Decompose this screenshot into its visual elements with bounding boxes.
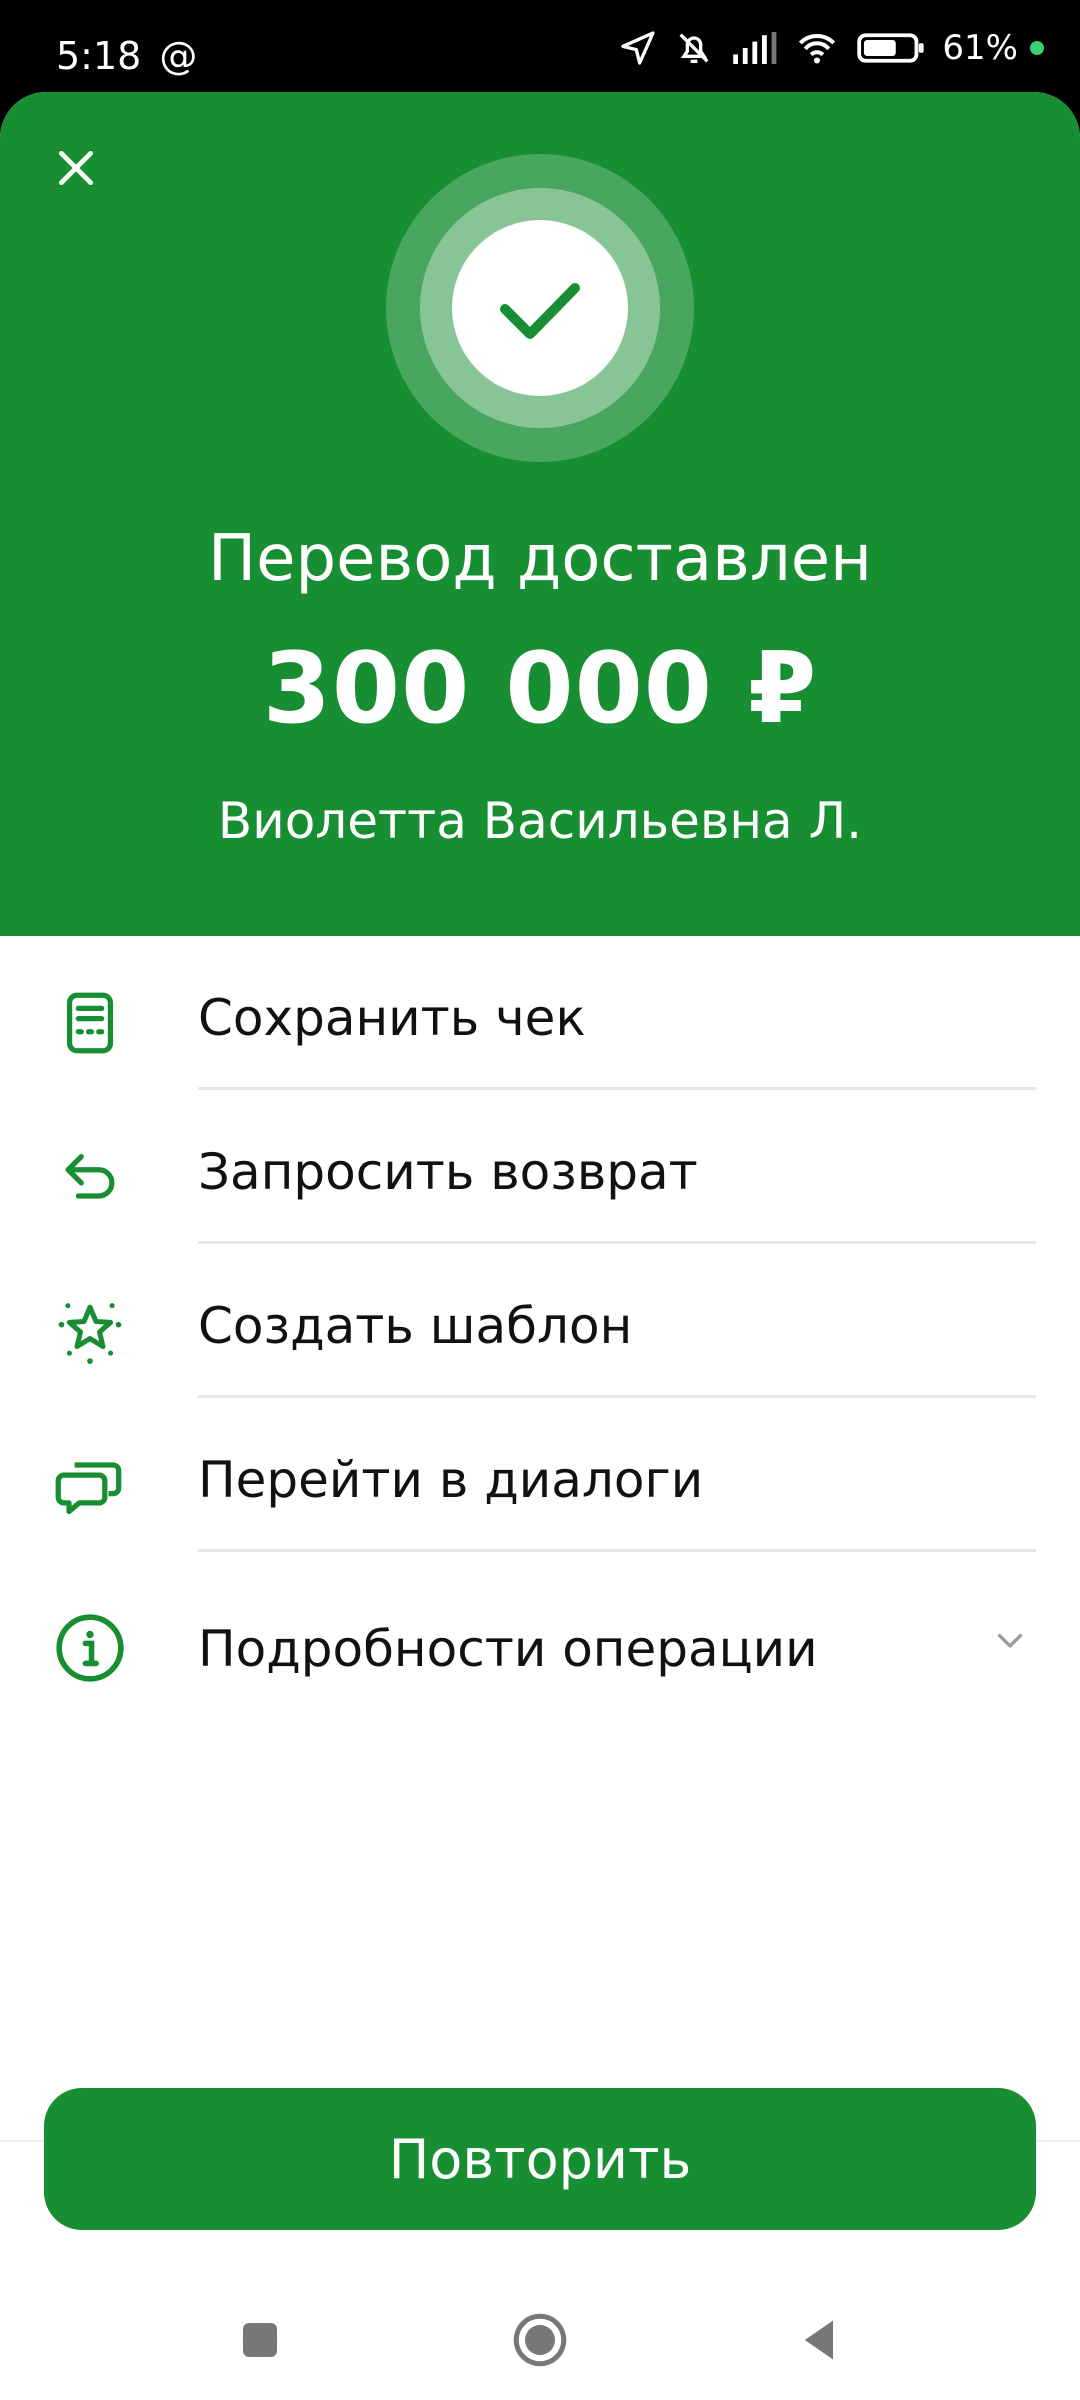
back-button[interactable] bbox=[790, 2310, 850, 2370]
success-header: Перевод доставлен 300 000 ₽ Виолетта Вас… bbox=[0, 92, 1080, 936]
status-right: 61% bbox=[618, 28, 1044, 68]
chat-bubbles-icon bbox=[50, 1445, 130, 1525]
operation-details-label: Подробности операции bbox=[198, 1620, 818, 1678]
close-icon bbox=[58, 150, 94, 186]
star-sparkle-icon bbox=[50, 1291, 130, 1371]
request-refund-action[interactable]: Запросить возврат bbox=[0, 1090, 1080, 1244]
wifi-icon bbox=[794, 28, 840, 68]
create-template-action[interactable]: Создать шаблон bbox=[0, 1244, 1080, 1398]
transfer-status-title: Перевод доставлен bbox=[208, 522, 872, 596]
recipient-name: Виолетта Васильевна Л. bbox=[217, 792, 863, 850]
chevron-down-icon[interactable] bbox=[992, 1622, 1028, 1658]
info-icon bbox=[50, 1608, 130, 1688]
recents-button[interactable] bbox=[230, 2310, 290, 2370]
signal-icon bbox=[730, 28, 778, 68]
go-to-dialogs-label: Перейти в диалоги bbox=[198, 1451, 704, 1509]
checkmark-icon bbox=[386, 154, 694, 462]
operation-details-action[interactable]: Подробности операции bbox=[0, 1552, 1080, 1722]
recents-square-icon bbox=[243, 2323, 277, 2357]
save-receipt-label: Сохранить чек bbox=[198, 989, 586, 1047]
close-button[interactable] bbox=[46, 138, 106, 198]
status-time: 5:18 bbox=[56, 34, 142, 78]
bell-muted-icon bbox=[674, 28, 714, 68]
request-refund-label: Запросить возврат bbox=[198, 1143, 698, 1201]
receipt-icon bbox=[50, 983, 130, 1063]
battery-icon bbox=[856, 28, 926, 68]
status-bar: 5:18 @ 61% bbox=[0, 0, 1080, 92]
create-template-label: Создать шаблон bbox=[198, 1297, 633, 1355]
go-to-dialogs-action[interactable]: Перейти в диалоги bbox=[0, 1398, 1080, 1552]
home-circle-icon bbox=[513, 2313, 567, 2367]
repeat-button[interactable]: Повторить bbox=[44, 2088, 1036, 2230]
status-left: 5:18 @ bbox=[56, 34, 197, 78]
system-navigation-bar bbox=[0, 2280, 1080, 2400]
back-triangle-icon bbox=[804, 2320, 833, 2360]
charging-dot-icon bbox=[1030, 41, 1044, 55]
home-button[interactable] bbox=[510, 2310, 570, 2370]
return-arrow-icon bbox=[50, 1137, 130, 1217]
status-at-symbol: @ bbox=[159, 34, 198, 78]
save-receipt-action[interactable]: Сохранить чек bbox=[0, 936, 1080, 1090]
success-badge bbox=[386, 154, 694, 462]
location-arrow-icon bbox=[618, 28, 658, 68]
actions-list: Сохранить чек Запросить возврат Создать … bbox=[0, 936, 1080, 1722]
battery-percent: 61% bbox=[942, 28, 1018, 68]
transfer-amount: 300 000 ₽ bbox=[262, 632, 818, 746]
transfer-result-sheet: Перевод доставлен 300 000 ₽ Виолетта Вас… bbox=[0, 92, 1080, 2400]
